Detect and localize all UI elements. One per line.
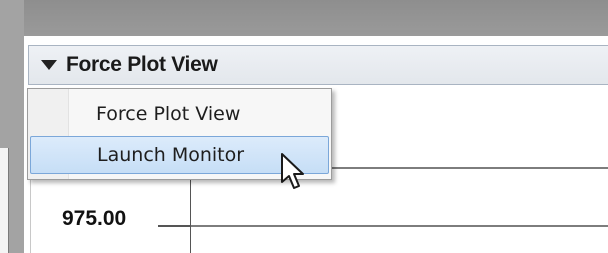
caret-down-icon[interactable]: [41, 60, 57, 70]
gridline: [191, 225, 608, 227]
view-selector-label: Force Plot View: [66, 53, 218, 76]
toolbar-strip: [0, 0, 608, 36]
y-axis-tick: [158, 225, 190, 227]
menu-item-force-plot-view[interactable]: Force Plot View: [30, 95, 329, 133]
view-selector-dropdown[interactable]: Force Plot View: [28, 45, 608, 85]
arrow-cursor-icon: [281, 153, 304, 189]
left-panel: [0, 0, 24, 253]
y-axis-tick-label: 975.00: [62, 207, 127, 230]
left-panel-edge: [0, 148, 9, 253]
